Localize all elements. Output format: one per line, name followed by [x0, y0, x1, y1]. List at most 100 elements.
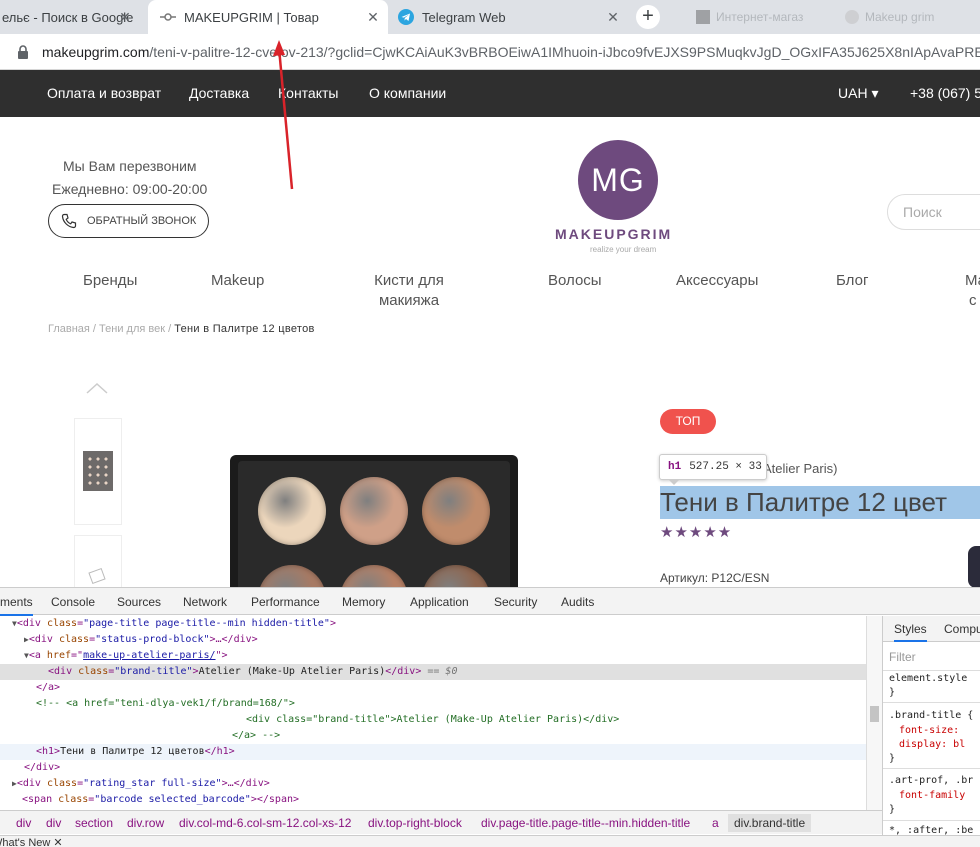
- dom-node-row[interactable]: ▶<div class="status-prod-block">…</div>: [0, 632, 866, 648]
- divider: [883, 702, 980, 703]
- tab-ghost-shop[interactable]: Интернет-магаз: [696, 0, 836, 34]
- address-bar[interactable]: makeupgrim.com/teni-v-palitre-12-cvetov-…: [0, 34, 980, 70]
- menu-more-line1: Ма: [965, 272, 980, 289]
- scrollbar-thumb[interactable]: [870, 706, 879, 722]
- currency-dropdown[interactable]: UAH ▾: [838, 85, 878, 102]
- side-widget-button[interactable]: [968, 546, 980, 588]
- tab-memory[interactable]: Memory: [342, 595, 385, 609]
- dom-crumb[interactable]: div.top-right-block: [368, 816, 462, 830]
- dom-node-row-hovered[interactable]: <h1>Тени в Палитре 12 цветов</h1>: [0, 744, 866, 760]
- site-favicon-icon: [160, 13, 176, 21]
- devtools-drawer[interactable]: What's New ✕: [0, 835, 980, 847]
- tab-styles[interactable]: Styles: [894, 622, 927, 642]
- nav-payment-link[interactable]: Оплата и возврат: [47, 85, 161, 101]
- menu-hair[interactable]: Волосы: [548, 271, 602, 291]
- dom-crumb[interactable]: div.row: [127, 816, 164, 830]
- style-rule-line: }: [889, 753, 896, 764]
- tab-computed[interactable]: Compu: [944, 622, 980, 636]
- product-thumbnail[interactable]: [74, 418, 122, 525]
- tab-performance[interactable]: Performance: [251, 595, 320, 609]
- close-tab-icon[interactable]: ✕: [606, 10, 620, 24]
- search-input[interactable]: Поиск: [887, 194, 980, 230]
- drawer-title[interactable]: What's New ✕: [0, 836, 63, 847]
- callback-button[interactable]: ОБРАТНЫЙ ЗВОНОК: [48, 204, 209, 238]
- styles-pane: Styles Compu Filter element.style } .bra…: [882, 616, 980, 847]
- tab-title: Интернет-магаз: [716, 10, 804, 24]
- product-title: Тени в Палитре 12 цвет: [660, 487, 947, 517]
- lock-icon[interactable]: [16, 45, 30, 59]
- logo-wordmark[interactable]: MAKEUPGRIM: [555, 226, 672, 242]
- tab-audits[interactable]: Audits: [561, 595, 594, 609]
- tab-application[interactable]: Application: [410, 595, 469, 609]
- dom-comment-row[interactable]: <div class="brand-title">Atelier (Make-U…: [0, 712, 866, 728]
- menu-brands[interactable]: Бренды: [83, 271, 137, 291]
- logo-monogram[interactable]: MG: [578, 140, 658, 220]
- url-host: makeupgrim.com: [42, 44, 150, 60]
- dom-crumb[interactable]: div: [46, 816, 61, 830]
- dom-node-row[interactable]: ▶<div class="rating_star full-size">…</d…: [0, 776, 866, 792]
- nav-contacts-link[interactable]: Контакты: [278, 85, 338, 101]
- nav-about-link[interactable]: О компании: [369, 85, 446, 101]
- menu-more[interactable]: Ма с: [965, 271, 980, 311]
- rating-stars[interactable]: ★★★★★: [660, 523, 732, 541]
- close-tab-icon[interactable]: ✕: [118, 10, 132, 24]
- close-tab-icon[interactable]: ✕: [366, 10, 380, 24]
- callback-button-label: ОБРАТНЫЙ ЗВОНОК: [87, 215, 197, 227]
- dom-node-row[interactable]: ▼<a href="make-up-atelier-paris/">: [0, 648, 866, 664]
- breadcrumb-home[interactable]: Главная: [48, 323, 90, 335]
- browser-tab-strip: ельє - Поиск в Google ✕ MAKEUPGRIM | Тов…: [0, 0, 980, 34]
- new-tab-button[interactable]: +: [636, 5, 660, 29]
- tab-google-search[interactable]: ельє - Поиск в Google ✕: [0, 0, 140, 34]
- dom-href-link[interactable]: make-up-atelier-paris/: [83, 650, 215, 661]
- menu-accessories[interactable]: Аксессуары: [676, 271, 758, 291]
- style-rule-line: }: [889, 687, 896, 698]
- dom-node-row[interactable]: ▼<div class="page-title page-title--min …: [0, 616, 866, 632]
- tab-elements[interactable]: ments: [0, 595, 33, 616]
- dom-node-row-selected[interactable]: <div class="brand-title">Atelier (Make-U…: [0, 664, 866, 680]
- style-property[interactable]: font-family: [889, 790, 965, 801]
- brand-title[interactable]: Atelier Paris): [763, 461, 837, 476]
- tab-title: Makeup grim: [865, 10, 935, 24]
- url-path: /teni-v-palitre-12-cvetov-213/?gclid=Cjw…: [149, 44, 980, 60]
- menu-more-line2: с: [969, 292, 977, 309]
- tab-security[interactable]: Security: [494, 595, 537, 609]
- tab-console[interactable]: Console: [51, 595, 95, 609]
- devtools-tab-bar: ments Console Sources Network Performanc…: [0, 588, 980, 616]
- url-text[interactable]: makeupgrim.com/teni-v-palitre-12-cvetov-…: [42, 44, 980, 60]
- dom-scrollbar[interactable]: [866, 616, 882, 810]
- tab-makeupgrim[interactable]: MAKEUPGRIM | Товар ✕: [148, 0, 388, 34]
- tab-telegram[interactable]: Telegram Web ✕: [388, 0, 628, 34]
- devtools-panel: ments Console Sources Network Performanc…: [0, 587, 980, 847]
- dom-comment-row[interactable]: <!-- <a href="teni-dlya-vek1/f/brand=168…: [0, 696, 866, 712]
- dom-crumb[interactable]: div.page-title.page-title--min.hidden-ti…: [481, 816, 690, 830]
- tab-ghost-grim[interactable]: Makeup grim: [845, 0, 980, 34]
- dom-comment-row[interactable]: </a> -->: [0, 728, 866, 744]
- styles-filter-input[interactable]: Filter: [889, 650, 916, 664]
- tab-title: Telegram Web: [422, 9, 506, 25]
- dom-node-row[interactable]: </div>: [0, 760, 866, 776]
- product-image-palette[interactable]: [230, 455, 518, 590]
- menu-makeup[interactable]: Makeup: [211, 271, 264, 291]
- dom-node-row[interactable]: </a>: [0, 680, 866, 696]
- menu-blog[interactable]: Блог: [836, 271, 868, 291]
- style-property[interactable]: font-size:: [889, 725, 959, 736]
- menu-brushes[interactable]: Кисти для макияжа: [370, 271, 448, 311]
- dom-crumb[interactable]: a: [712, 816, 719, 830]
- dom-node-row[interactable]: <span class="barcode selected_barcode"><…: [0, 792, 866, 808]
- product-thumbnail[interactable]: [74, 535, 122, 587]
- dom-crumb[interactable]: section: [75, 816, 113, 830]
- tab-network[interactable]: Network: [183, 595, 227, 609]
- dom-crumb-active[interactable]: div.brand-title: [728, 814, 812, 832]
- dom-crumb[interactable]: div: [16, 816, 31, 830]
- tab-sources[interactable]: Sources: [117, 595, 161, 609]
- chevron-up-icon[interactable]: [86, 380, 108, 396]
- dom-crumb[interactable]: div.col-md-6.col-sm-12.col-xs-12: [179, 816, 351, 830]
- nav-delivery-link[interactable]: Доставка: [189, 85, 249, 101]
- callback-caption: Мы Вам перезвоним: [63, 158, 197, 174]
- breadcrumb-category[interactable]: Тени для век: [99, 323, 165, 335]
- style-property[interactable]: display: bl: [889, 739, 965, 750]
- eyeshadow-pan: [422, 477, 490, 545]
- favicon-icon: [845, 10, 859, 24]
- phone-link[interactable]: +38 (067) 5: [910, 85, 980, 101]
- breadcrumb-separator: /: [89, 323, 100, 335]
